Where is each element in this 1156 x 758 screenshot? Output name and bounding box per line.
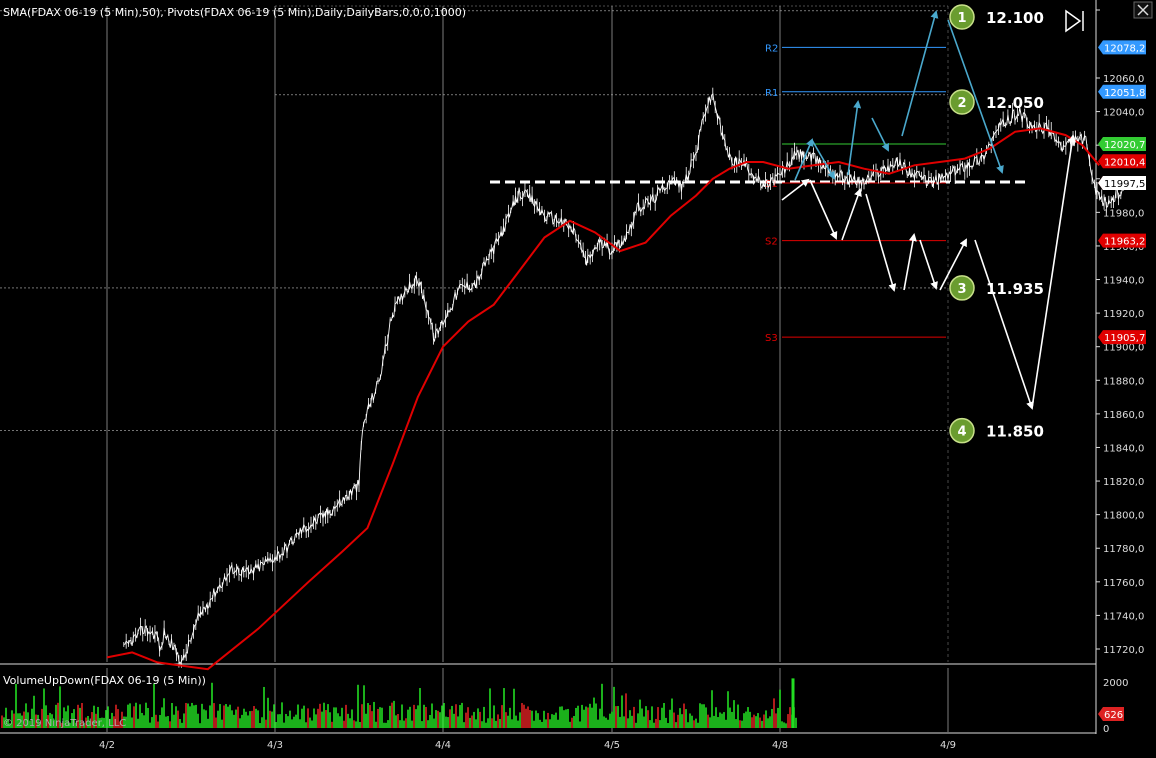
close-icon[interactable] <box>1133 1 1153 19</box>
x-tick-label: 4/5 <box>604 740 620 751</box>
target-label-2: 12.050 <box>986 94 1044 112</box>
pivot-label-r2: R2 <box>765 43 778 54</box>
chart-background <box>0 0 1156 758</box>
target-label-3: 11.935 <box>986 280 1044 298</box>
price-tag-r2-label: 12078,2 <box>1104 43 1145 54</box>
y-tick-label: 11820,0 <box>1103 477 1144 488</box>
target-label-1: 12.100 <box>986 9 1044 27</box>
y-tick-label: 11920,0 <box>1103 309 1144 320</box>
y-tick-label: 11800,0 <box>1103 511 1144 522</box>
price-tag-sma-label: 12010,4 <box>1104 157 1145 168</box>
copyright: © 2019 NinjaTrader, LLC <box>3 718 126 729</box>
target-badge-number: 1 <box>957 11 966 26</box>
volume-tick-label: 2000 <box>1103 678 1128 689</box>
indicator-label: SMA(FDAX 06-19 (5 Min),50), Pivots(FDAX … <box>3 6 466 19</box>
pivot-label-r1: R1 <box>765 88 778 99</box>
y-tick-label: 11740,0 <box>1103 611 1144 622</box>
volume-indicator-label: VolumeUpDown(FDAX 06-19 (5 Min)) <box>3 674 206 687</box>
target-label-4: 11.850 <box>986 423 1044 441</box>
y-tick-label: 11840,0 <box>1103 443 1144 454</box>
y-tick-label: 11780,0 <box>1103 544 1144 555</box>
volume-tick-label: 0 <box>1103 724 1109 735</box>
price-tag-r1-label: 12051,8 <box>1104 88 1145 99</box>
pivot-label-s3: S3 <box>765 333 778 344</box>
y-tick-label: 11880,0 <box>1103 376 1144 387</box>
target-badge-number: 3 <box>957 282 966 297</box>
volume-tag-label: 626 <box>1104 710 1123 721</box>
x-tick-label: 4/4 <box>435 740 451 751</box>
target-badge-number: 4 <box>957 425 966 440</box>
y-tick-label: 11860,0 <box>1103 410 1144 421</box>
x-tick-label: 4/3 <box>267 740 283 751</box>
y-tick-label: 11720,0 <box>1103 645 1144 656</box>
price-tag-s3-label: 11905,7 <box>1104 333 1145 344</box>
x-tick-label: 4/8 <box>772 740 788 751</box>
target-badge-number: 2 <box>957 96 966 111</box>
price-tag-white-label: 11997,5 <box>1104 179 1145 190</box>
y-tick-label: 11760,0 <box>1103 578 1144 589</box>
pivot-label-s2: S2 <box>765 237 778 248</box>
y-tick-label: 12040,0 <box>1103 108 1144 119</box>
price-chart: R2R1S1S2S3 1 12.1002 12.0503 11.9354 11.850 … <box>0 0 1156 758</box>
price-tag-pp-label: 12020,7 <box>1104 140 1145 151</box>
x-tick-label: 4/9 <box>940 740 956 751</box>
y-tick-label: 11980,0 <box>1103 208 1144 219</box>
y-tick-label: 11940,0 <box>1103 276 1144 287</box>
price-tag-s2-label: 11963,2 <box>1104 237 1145 248</box>
y-tick-label: 12060,0 <box>1103 74 1144 85</box>
y-tick-label: 11900,0 <box>1103 343 1144 354</box>
x-tick-label: 4/2 <box>99 740 115 751</box>
